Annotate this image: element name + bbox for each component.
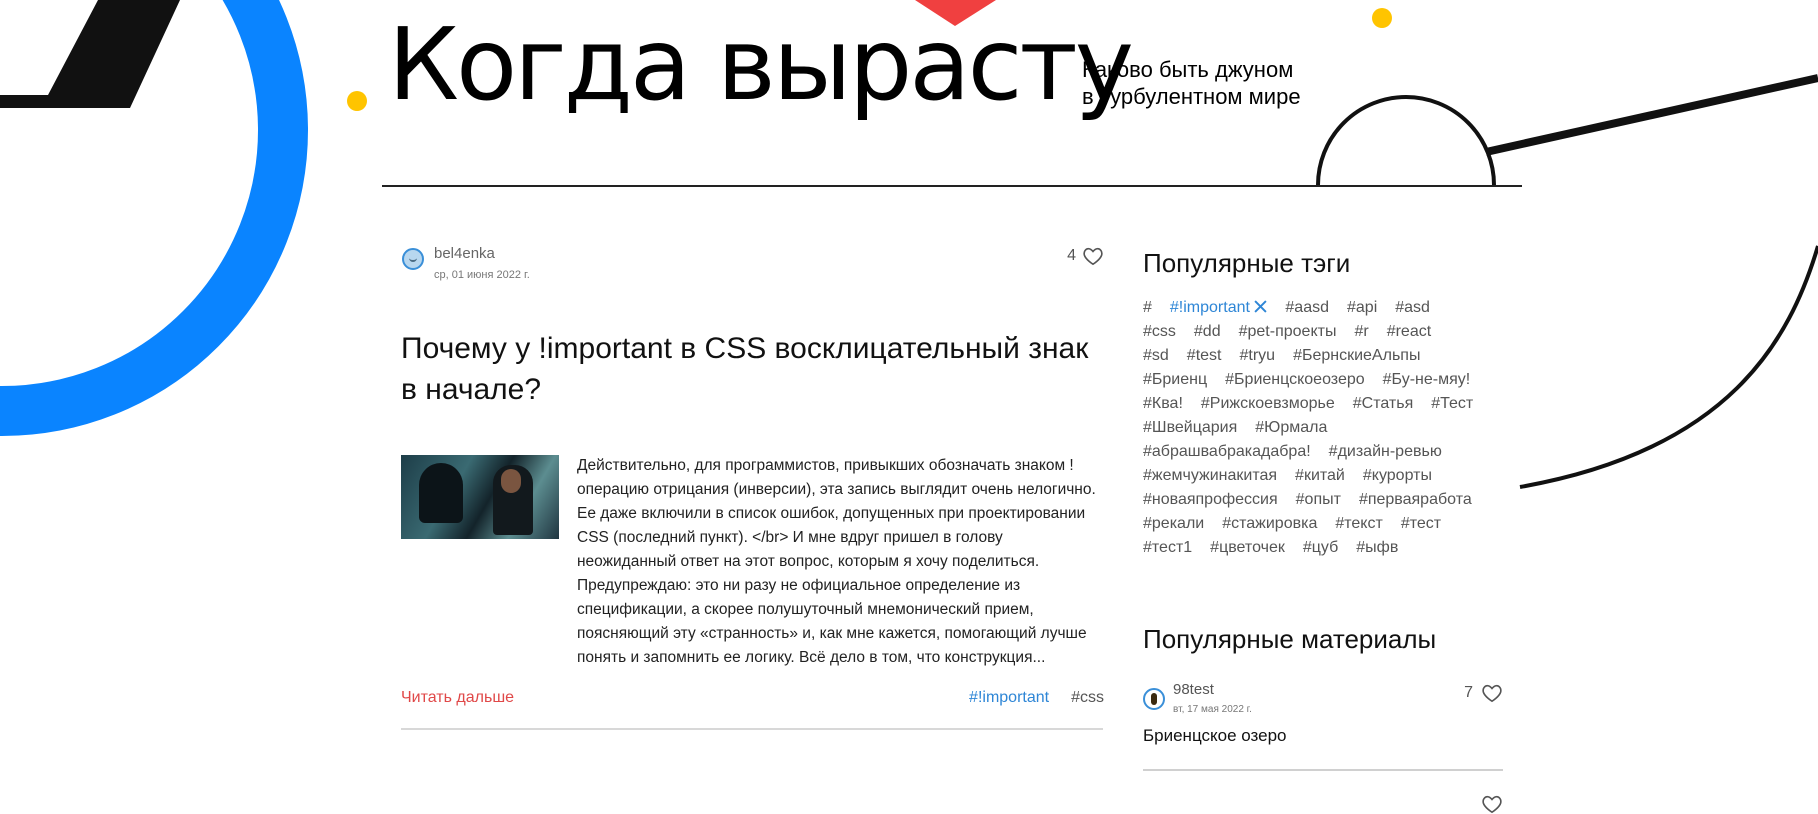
- tag-link[interactable]: #test: [1187, 344, 1222, 368]
- yellow-dot-decoration: [347, 91, 367, 111]
- tag-link-active[interactable]: #!important: [1170, 296, 1268, 320]
- post-meta: bel4enka ср, 01 июня 2022 г. 4: [400, 240, 1104, 290]
- tag-link[interactable]: #asd: [1395, 296, 1430, 320]
- tag-link[interactable]: #цветочек: [1210, 536, 1285, 560]
- tag-link[interactable]: #r: [1354, 320, 1368, 344]
- black-bar-decoration: [0, 0, 180, 108]
- tag-link[interactable]: #стажировка: [1222, 512, 1317, 536]
- avatar[interactable]: [1143, 688, 1165, 710]
- tag-link[interactable]: #рекали: [1143, 512, 1204, 536]
- popular-post-divider: [1143, 769, 1503, 771]
- tag-link[interactable]: #тест1: [1143, 536, 1192, 560]
- tag-link[interactable]: #Бриенц: [1143, 368, 1207, 392]
- tag-link[interactable]: #жемчужинакитая: [1143, 464, 1277, 488]
- black-arc-decoration: [1519, 245, 1818, 489]
- yellow-dot-decoration-2: [1372, 8, 1392, 28]
- heart-icon: [1083, 247, 1103, 266]
- tag-link[interactable]: #Рижскоевзморье: [1201, 392, 1335, 416]
- popular-post-date: вт, 17 мая 2022 г.: [1173, 704, 1252, 715]
- blue-ring-decoration: [0, 0, 308, 436]
- post-like-count: 4: [1067, 247, 1076, 264]
- post-date: ср, 01 июня 2022 г.: [434, 269, 530, 281]
- site-tagline: Каково быть джуном в турбулентном мире: [1082, 56, 1301, 110]
- tag-link[interactable]: #Юрмала: [1255, 416, 1327, 440]
- tag-link[interactable]: #Бриенцскоеозеро: [1225, 368, 1365, 392]
- post-tag[interactable]: #!important: [969, 689, 1049, 707]
- header-divider: [382, 185, 1522, 187]
- tag-link[interactable]: #Ква!: [1143, 392, 1183, 416]
- tagline-line-1: Каково быть джуном: [1082, 57, 1294, 82]
- tag-link[interactable]: #react: [1387, 320, 1431, 344]
- post-excerpt: Действительно, для программистов, привык…: [577, 457, 1096, 666]
- tag-link[interactable]: #перваяработа: [1359, 488, 1472, 512]
- tag-link[interactable]: #опыт: [1296, 488, 1341, 512]
- post-title[interactable]: Почему у !important в CSS восклицательны…: [401, 328, 1101, 410]
- black-diagonal-line-decoration: [1485, 74, 1818, 156]
- heart-icon: [1482, 684, 1502, 703]
- tag-link[interactable]: #api: [1347, 296, 1377, 320]
- thumbnail-face: [501, 469, 521, 493]
- tag-link[interactable]: #Статья: [1353, 392, 1413, 416]
- tag-link[interactable]: #курорты: [1363, 464, 1432, 488]
- post-divider: [401, 728, 1103, 730]
- read-more-link[interactable]: Читать дальше: [401, 689, 514, 707]
- black-semicircle-decoration: [1316, 95, 1496, 186]
- tag-link[interactable]: #tryu: [1239, 344, 1275, 368]
- tag-link[interactable]: #Бу-не-мяу!: [1383, 368, 1471, 392]
- popular-post-like-count: 7: [1464, 684, 1473, 701]
- tag-link[interactable]: #новаяпрофессия: [1143, 488, 1278, 512]
- tag-link[interactable]: #текст: [1335, 512, 1382, 536]
- avatar[interactable]: [402, 248, 424, 270]
- tag-link[interactable]: #тест: [1401, 512, 1441, 536]
- tag-link[interactable]: #БернскиеАльпы: [1293, 344, 1420, 368]
- tag-link[interactable]: #китай: [1295, 464, 1345, 488]
- tag-label: #!important: [1169, 299, 1250, 316]
- popular-post-title[interactable]: Бриенцское озеро: [1143, 726, 1287, 746]
- heart-icon[interactable]: [1481, 794, 1503, 814]
- thumbnail-figure: [419, 463, 463, 523]
- popular-post-like-button[interactable]: 7: [1464, 683, 1503, 703]
- tag-link[interactable]: #aasd: [1285, 296, 1329, 320]
- popular-posts-heading: Популярные материалы: [1143, 624, 1437, 654]
- tag-link[interactable]: #pet-проекты: [1239, 320, 1337, 344]
- popular-post-item-partial: [1143, 788, 1503, 814]
- popular-tags-heading: Популярные тэги: [1143, 248, 1351, 278]
- tag-link[interactable]: #дизайн-ревью: [1329, 440, 1442, 464]
- popular-post-item: 98test вт, 17 мая 2022 г. 7 Бриенцское о…: [1143, 676, 1503, 771]
- tag-link[interactable]: #Швейцария: [1143, 416, 1237, 440]
- post-tags: #!important #css: [969, 689, 1104, 707]
- close-icon[interactable]: [1254, 300, 1268, 313]
- site-title[interactable]: Когда вырасту: [388, 10, 1134, 120]
- tag-link[interactable]: #sd: [1143, 344, 1169, 368]
- post-thumbnail[interactable]: [401, 455, 559, 539]
- sidebar: Популярные тэги # #!important #aasd #api #a…: [1143, 246, 1503, 814]
- tagline-line-2: в турбулентном мире: [1082, 84, 1301, 109]
- tag-link[interactable]: #css: [1143, 320, 1176, 344]
- post-tag[interactable]: #css: [1071, 689, 1104, 707]
- popular-tags-list: # #!important #aasd #api #asd #css #dd #pet-п…: [1143, 296, 1503, 560]
- post-like-button[interactable]: 4: [1067, 246, 1104, 266]
- tag-link[interactable]: #dd: [1194, 320, 1221, 344]
- popular-post-author[interactable]: 98test: [1173, 681, 1214, 698]
- post-author[interactable]: bel4enka: [434, 245, 495, 262]
- tag-link[interactable]: #Тест: [1431, 392, 1473, 416]
- tag-link[interactable]: #абрашвабракадабра!: [1143, 440, 1311, 464]
- tag-link[interactable]: #: [1143, 296, 1152, 320]
- post-card: bel4enka ср, 01 июня 2022 г. 4 Почему у …: [400, 240, 1104, 730]
- tag-link[interactable]: #ыфв: [1356, 536, 1398, 560]
- tag-link[interactable]: #цуб: [1303, 536, 1338, 560]
